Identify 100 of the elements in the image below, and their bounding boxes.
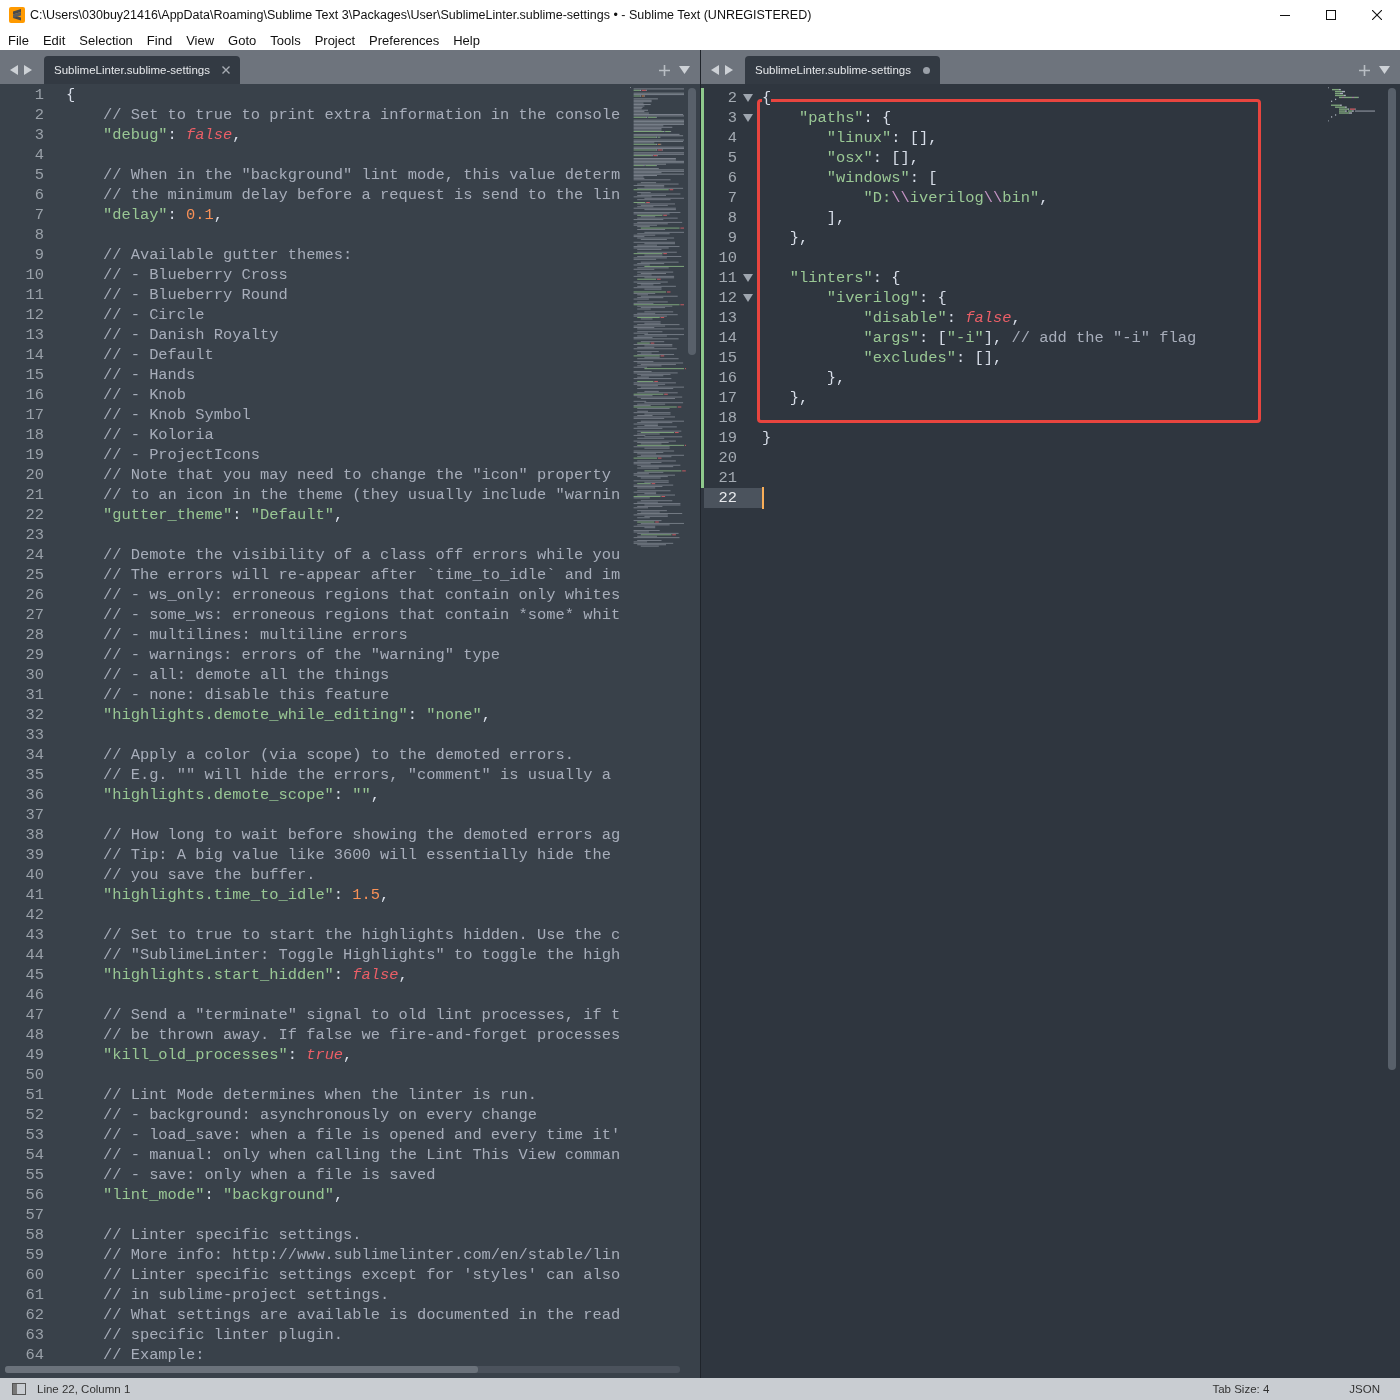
line-number: 54	[25, 1146, 44, 1164]
line-number: 46	[25, 986, 44, 1004]
menu-item[interactable]: Tools	[263, 32, 308, 48]
line-number: 27	[25, 606, 44, 624]
line-number: 12	[718, 289, 737, 307]
menu-item[interactable]: Find	[139, 32, 180, 48]
line-number: 10	[25, 266, 44, 284]
line-number: 32	[25, 706, 44, 724]
line-number: 52	[25, 1106, 44, 1124]
line-number: 3	[34, 126, 44, 144]
tab-size-indicator[interactable]: Tab Size: 4	[1212, 1383, 1270, 1395]
menu-item[interactable]: Preferences	[362, 32, 447, 48]
line-number: 41	[25, 886, 44, 904]
line-number: 25	[25, 566, 44, 584]
line-number: 26	[25, 586, 44, 604]
plus-icon[interactable]	[659, 64, 670, 76]
line-number: 45	[25, 966, 44, 984]
app-logo-icon	[9, 7, 25, 23]
menu-item[interactable]: View	[179, 32, 222, 48]
line-number: 36	[25, 786, 44, 804]
line-number: 7	[727, 189, 737, 207]
line-number: 8	[727, 209, 737, 227]
caret-down-icon[interactable]	[1379, 66, 1390, 74]
line-number: 14	[718, 329, 737, 347]
line-number: 40	[25, 866, 44, 884]
line-number: 58	[25, 1226, 44, 1244]
left-arrow-icon[interactable]	[711, 65, 719, 75]
syntax-indicator[interactable]: JSON	[1349, 1383, 1380, 1395]
fold-caret-icon[interactable]	[743, 294, 753, 302]
line-number: 29	[25, 646, 44, 664]
menu-item[interactable]: Project	[307, 32, 363, 48]
line-number: 16	[25, 386, 44, 404]
line-number: 62	[25, 1306, 44, 1324]
line-number: 14	[25, 346, 44, 364]
line-number: 64	[25, 1346, 44, 1364]
line-number: 11	[25, 286, 44, 304]
menu-item[interactable]: Selection	[72, 32, 140, 48]
line-number: 15	[25, 366, 44, 384]
line-number: 21	[718, 469, 737, 487]
menu-item[interactable]: File	[1, 32, 36, 48]
line-number: 13	[718, 309, 737, 327]
line-number: 55	[25, 1166, 44, 1184]
line-number: 3	[727, 109, 737, 127]
line-number: 24	[25, 546, 44, 564]
line-number: 11	[718, 269, 737, 287]
scrollbar-thumb[interactable]	[688, 88, 696, 355]
fold-caret-icon[interactable]	[743, 94, 753, 102]
line-number: 42	[25, 906, 44, 924]
line-number: 23	[25, 526, 44, 544]
fold-caret-icon[interactable]	[743, 274, 753, 282]
line-number: 16	[718, 369, 737, 387]
line-number: 34	[25, 746, 44, 764]
line-number: 49	[25, 1046, 44, 1064]
line-number: 13	[25, 326, 44, 344]
line-number: 19	[25, 446, 44, 464]
line-number: 57	[25, 1206, 44, 1224]
scrollbar-thumb[interactable]	[1388, 88, 1396, 1070]
line-number: 12	[25, 306, 44, 324]
line-number: 37	[25, 806, 44, 824]
menu-item[interactable]: Goto	[221, 32, 264, 48]
right-arrow-icon[interactable]	[725, 65, 733, 75]
line-number: 2	[727, 89, 737, 107]
scrollbar-thumb[interactable]	[5, 1366, 478, 1373]
menu-item[interactable]: Edit	[35, 32, 73, 48]
fold-caret-icon[interactable]	[743, 114, 753, 122]
line-number: 1	[34, 86, 44, 104]
line-number: 39	[25, 846, 44, 864]
line-number: 9	[34, 246, 44, 264]
line-number: 63	[25, 1326, 44, 1344]
right-arrow-icon[interactable]	[24, 65, 32, 75]
line-number: 59	[25, 1246, 44, 1264]
line-number: 21	[25, 486, 44, 504]
line-number: 22	[718, 489, 737, 507]
caret-down-icon[interactable]	[679, 66, 690, 74]
line-number: 17	[25, 406, 44, 424]
menu-item[interactable]: Help	[446, 32, 487, 48]
minimize-icon[interactable]	[1280, 14, 1290, 16]
window-title: C:\Users\030buy21416\AppData\Roaming\Sublime Text 3\Packages\User\SublimeLinter.sublime-settings • - Sublime Text (UNREGISTERED)	[30, 8, 812, 22]
line-number: 18	[25, 426, 44, 444]
line-number: 18	[718, 409, 737, 427]
line-number: 35	[25, 766, 44, 784]
line-number: 20	[25, 466, 44, 484]
line-number: 53	[25, 1126, 44, 1144]
plus-icon[interactable]	[1359, 64, 1370, 76]
line-number: 5	[727, 149, 737, 167]
maximize-icon[interactable]	[1326, 10, 1336, 20]
unsaved-dot-icon[interactable]	[922, 66, 930, 74]
close-icon[interactable]	[1372, 10, 1382, 20]
line-number: 28	[25, 626, 44, 644]
line-number: 56	[25, 1186, 44, 1204]
left-arrow-icon[interactable]	[10, 65, 18, 75]
line-number: 44	[25, 946, 44, 964]
horizontal-scrollbar-track[interactable]	[5, 1366, 680, 1373]
line-number: 7	[34, 206, 44, 224]
line-number: 47	[25, 1006, 44, 1024]
line-number: 51	[25, 1086, 44, 1104]
line-number: 61	[25, 1286, 44, 1304]
panel-toggle-icon[interactable]	[12, 1383, 26, 1395]
editor-tab[interactable]: SublimeLinter.sublime-settings	[745, 56, 940, 84]
editor-tab[interactable]: SublimeLinter.sublime-settings	[44, 56, 240, 84]
